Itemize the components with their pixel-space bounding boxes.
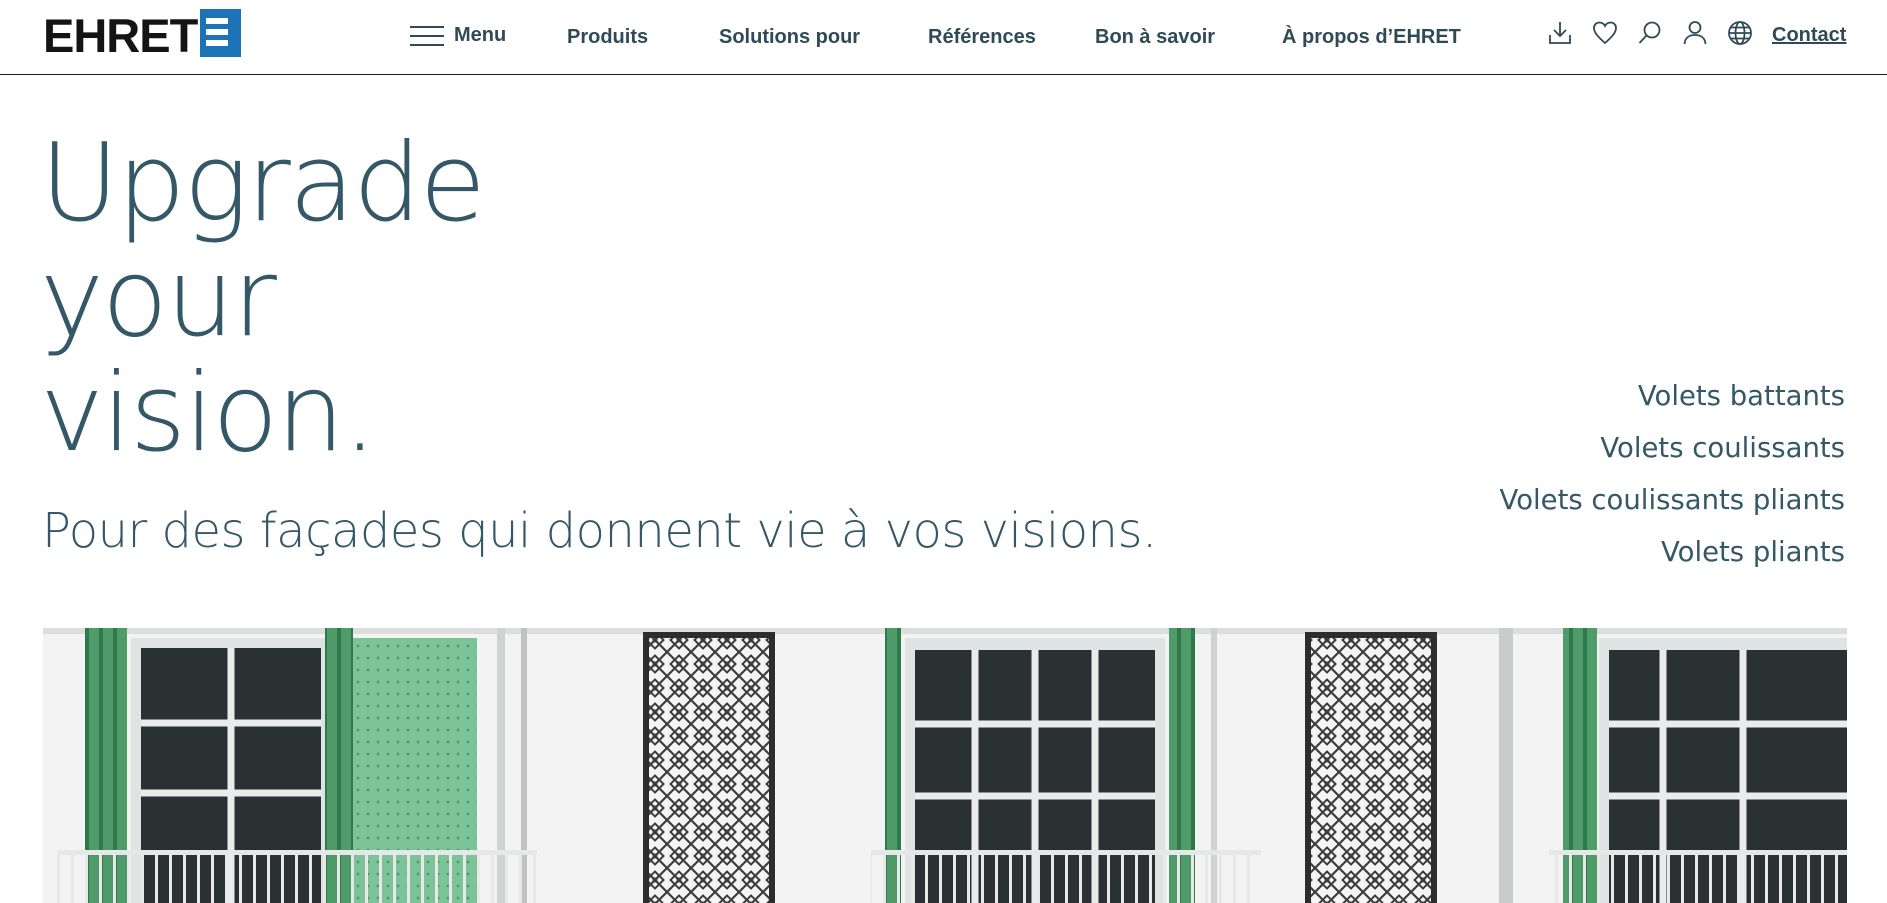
link-volets-coulissants-pliants[interactable]: Volets coulissants pliants [1500, 474, 1845, 526]
hamburger-icon [410, 25, 444, 47]
product-links: Volets battants Volets coulissants Volet… [1500, 370, 1845, 578]
nav-bon-a-savoir[interactable]: Bon à savoir [1095, 26, 1215, 49]
link-volets-pliants[interactable]: Volets pliants [1500, 526, 1845, 578]
search-icon[interactable] [1635, 18, 1665, 48]
globe-icon[interactable] [1725, 18, 1755, 48]
download-icon[interactable] [1545, 18, 1575, 48]
link-volets-battants[interactable]: Volets battants [1500, 370, 1845, 422]
nav-a-propos[interactable]: À propos d’EHRET [1282, 26, 1461, 49]
headline-line-3: vision. [40, 351, 377, 476]
nav-produits[interactable]: Produits [567, 26, 648, 49]
headline-line-1: Upgrade [40, 121, 486, 246]
link-volets-coulissants[interactable]: Volets coulissants [1500, 422, 1845, 474]
hero-headline: Upgrade your vision. [40, 121, 486, 476]
contact-link[interactable]: Contact [1772, 24, 1846, 47]
user-icon[interactable] [1680, 18, 1710, 48]
site-header: EHRET Menu Produits Solutions pour Référ… [0, 0, 1887, 75]
main-nav: Menu Produits Solutions pour Références … [0, 0, 1887, 75]
menu-label: Menu [454, 24, 507, 46]
facade-illustration [43, 628, 1847, 903]
nav-references[interactable]: Références [928, 26, 1036, 49]
hero-subline: Pour des façades qui donnent vie à vos v… [42, 503, 1157, 559]
menu-button[interactable]: Menu [410, 24, 506, 47]
facade-photo [43, 628, 1847, 903]
headline-line-2: your [40, 236, 277, 361]
heart-icon[interactable] [1590, 18, 1620, 48]
nav-solutions-pour[interactable]: Solutions pour [719, 26, 860, 49]
